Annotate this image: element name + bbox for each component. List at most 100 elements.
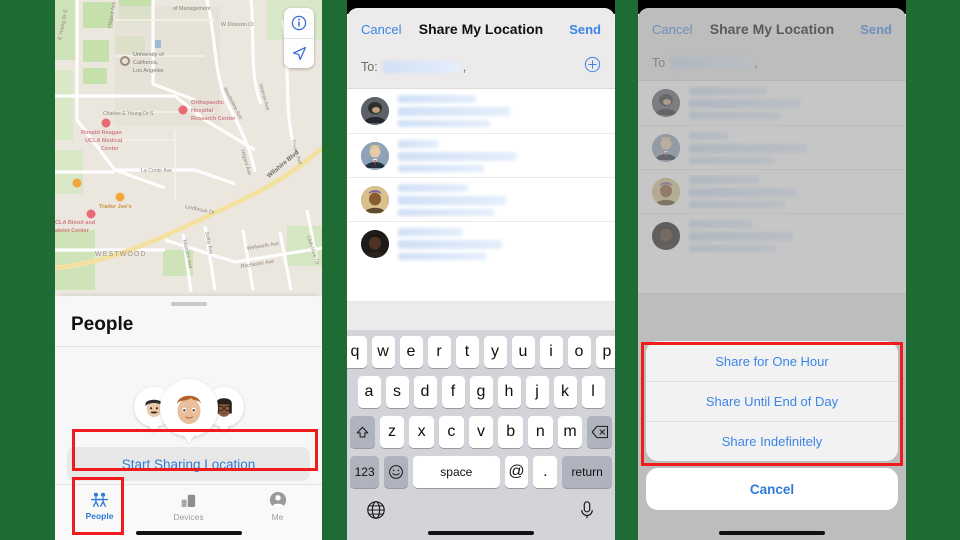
key-p[interactable]: p [595,336,615,368]
list-item[interactable] [347,89,615,133]
emoji-smiley-icon [389,465,404,479]
plus-circle-icon [584,56,601,73]
svg-text:Center: Center [101,146,120,152]
return-key[interactable]: return [562,456,613,488]
share-duration-action-sheet: Share for One Hour Share Until End of Da… [646,341,898,510]
on-screen-keyboard[interactable]: q w e r t y u i o p a s d f g h j k l z … [347,330,615,540]
info-button[interactable] [284,8,314,38]
devices-icon [181,494,195,507]
list-item[interactable] [347,221,615,265]
key-r[interactable]: r [427,336,451,368]
tab-me[interactable]: Me [233,485,322,540]
to-field-redacted-value [382,61,459,73]
key-q[interactable]: q [347,336,367,368]
key-f[interactable]: f [441,376,465,408]
numbers-key[interactable]: 123 [350,456,380,488]
svg-text:W Dickson Ct: W Dickson Ct [221,22,254,28]
map-controls[interactable] [284,8,314,68]
key-t[interactable]: t [455,336,479,368]
key-a[interactable]: a [357,376,381,408]
share-indefinitely-option[interactable]: Share Indefinitely [646,421,898,461]
key-k[interactable]: k [553,376,577,408]
keyboard-row-2: a s d f g h j k l [350,376,612,408]
svg-text:Research Center: Research Center [191,116,236,122]
svg-text:Los Angeles: Los Angeles [133,68,164,74]
svg-text:Hospital: Hospital [191,108,214,114]
key-e[interactable]: e [399,336,423,368]
phone-panel-share-my-location: Cancel Share My Location Send To: , q w … [347,0,615,540]
key-d[interactable]: d [413,376,437,408]
people-sheet: People Start Sharing Location People Dev… [55,296,322,540]
keyboard-row-4: 123 space @ . return [350,456,613,488]
microphone-icon [581,501,593,519]
svg-text:La Conte Ave: La Conte Ave [141,168,172,174]
phone-panel-find-my-people: of Management W Dickson Ct WESTWOOD Univ… [55,0,322,540]
tab-people[interactable]: People [55,485,144,540]
key-l[interactable]: l [581,376,605,408]
to-field-row[interactable]: To: , [347,48,615,89]
list-item[interactable] [347,133,615,177]
share-screen: Cancel Share My Location Send To: , q w … [347,0,615,540]
keyboard-bottom-row [350,496,612,525]
svg-text:University of: University of [133,52,164,58]
backspace-key[interactable] [587,416,613,448]
key-g[interactable]: g [469,376,493,408]
modal-title: Share My Location [418,21,544,37]
list-item[interactable] [347,177,615,221]
share-modal-dimmed: Cancel Share My Location Send To , [638,8,906,540]
add-contact-button[interactable] [584,56,601,78]
emoji-key[interactable] [384,456,409,488]
contact-photo-icon [361,141,389,170]
shift-key[interactable] [349,416,375,448]
navigation-arrow-icon [292,46,306,61]
key-b[interactable]: b [498,416,524,448]
key-w[interactable]: w [371,336,395,368]
contact-redacted-text [398,183,605,216]
svg-text:Orthopaedic: Orthopaedic [191,100,224,106]
send-button[interactable]: Send [555,22,601,37]
key-z[interactable]: z [379,416,405,448]
space-key[interactable]: space [413,456,500,488]
at-key[interactable]: @ [504,456,529,488]
globe-button[interactable] [366,500,386,525]
action-cancel-button[interactable]: Cancel [646,468,898,510]
key-i[interactable]: i [539,336,563,368]
shift-up-icon [356,426,369,438]
cancel-button[interactable]: Cancel [361,22,407,37]
svg-text:California,: California, [133,60,159,66]
map-canvas: of Management W Dickson Ct WESTWOOD Univ… [55,0,322,296]
key-c[interactable]: c [439,416,464,448]
key-v[interactable]: v [468,416,494,448]
key-y[interactable]: y [483,336,507,368]
to-field-separator: , [462,60,467,74]
contact-photo-icon [361,97,389,125]
period-key[interactable]: . [533,456,558,488]
key-n[interactable]: n [528,416,553,448]
share-one-hour-option[interactable]: Share for One Hour [646,341,898,381]
svg-text:Charles E Young Dr S: Charles E Young Dr S [103,111,154,117]
key-h[interactable]: h [497,376,521,408]
key-u[interactable]: u [511,336,535,368]
to-field-label: To: [361,60,378,74]
contact-list[interactable] [347,89,615,302]
key-m[interactable]: m [557,416,583,448]
contact-photo-icon [361,229,389,258]
svg-text:Ronald Reagan: Ronald Reagan [81,130,122,136]
dictation-button[interactable] [578,500,596,525]
avatar [361,97,389,125]
share-until-end-of-day-option[interactable]: Share Until End of Day [646,381,898,421]
map-view[interactable]: of Management W Dickson Ct WESTWOOD Univ… [55,0,322,296]
page-title: People [55,306,322,347]
contact-redacted-text [398,139,605,172]
map-screen: of Management W Dickson Ct WESTWOOD Univ… [55,0,322,540]
key-o[interactable]: o [567,336,591,368]
svg-text:WESTWOOD: WESTWOOD [95,251,147,258]
locate-button[interactable] [284,38,314,68]
key-s[interactable]: s [385,376,409,408]
share-button-container: Start Sharing Location [55,447,322,481]
start-sharing-location-button[interactable]: Start Sharing Location [67,447,310,481]
key-j[interactable]: j [525,376,549,408]
memoji-avatar-icon [176,395,201,424]
key-x[interactable]: x [409,416,434,448]
memoji-pin-2[interactable] [159,379,218,437]
